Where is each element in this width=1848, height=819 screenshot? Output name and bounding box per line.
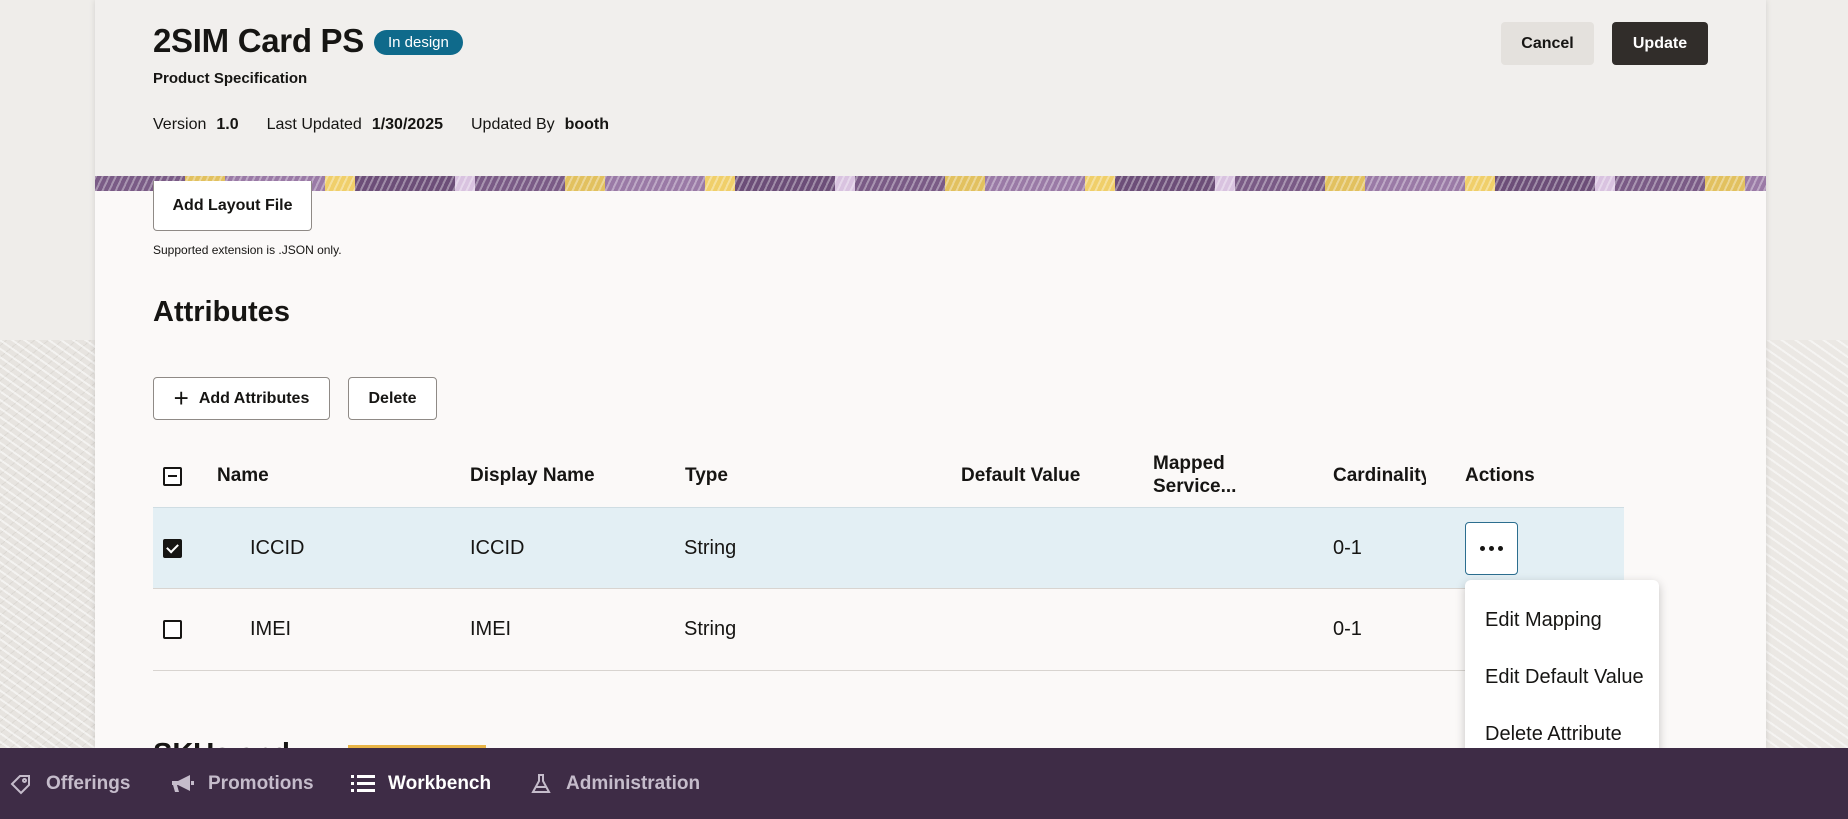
- attributes-section-title: Attributes: [153, 296, 290, 328]
- column-header-mapped-service[interactable]: Mapped Service...: [1153, 446, 1236, 506]
- nav-item-offerings[interactable]: Offerings: [8, 748, 130, 819]
- add-attributes-button[interactable]: + Add Attributes: [153, 377, 330, 420]
- background-texture-left: [0, 340, 95, 760]
- version-value: 1.0: [216, 116, 239, 133]
- last-updated-meta: Last Updated 1/30/2025: [266, 116, 443, 133]
- table-row[interactable]: ICCID ICCID String 0-1: [153, 507, 1624, 589]
- cell-display-name: ICCID: [470, 536, 525, 559]
- bottom-navigation: Offerings Promotions Workbench Administr…: [0, 748, 1848, 819]
- updated-by-value: booth: [564, 116, 610, 133]
- cell-cardinality: 0-1: [1333, 536, 1362, 559]
- cell-display-name: IMEI: [470, 618, 512, 640]
- cell-type: String: [684, 618, 737, 640]
- nav-item-administration[interactable]: Administration: [528, 748, 700, 819]
- page-header: 2SIM Card PS In design Product Specifica…: [95, 0, 1766, 176]
- updated-by-meta: Updated By booth: [471, 116, 610, 133]
- column-header-cardinality[interactable]: Cardinality: [1333, 446, 1426, 506]
- cell-name: ICCID: [250, 536, 305, 559]
- cell-type: String: [684, 536, 737, 559]
- select-all-header: [163, 446, 182, 506]
- table-row[interactable]: IMEI IMEI String 0-1: [153, 589, 1624, 671]
- column-header-default-value[interactable]: Default Value: [961, 446, 1080, 506]
- flask-icon: [528, 771, 554, 797]
- version-meta: Version 1.0: [153, 116, 239, 133]
- column-header-type[interactable]: Type: [685, 446, 728, 506]
- column-header-name[interactable]: Name: [217, 446, 269, 506]
- more-icon: [1480, 545, 1485, 551]
- title-row: 2SIM Card PS In design: [153, 22, 463, 60]
- column-header-actions: Actions: [1465, 464, 1535, 486]
- add-attributes-label: Add Attributes: [198, 389, 310, 407]
- row-checkbox[interactable]: [163, 538, 182, 558]
- page-title: 2SIM Card PS: [153, 22, 364, 59]
- nav-item-promotions[interactable]: Promotions: [170, 748, 314, 819]
- decorative-banner: [95, 176, 1766, 191]
- status-badge: In design: [373, 29, 463, 55]
- tag-icon: [8, 771, 34, 797]
- row-actions-button[interactable]: [1465, 521, 1518, 575]
- page-subtitle: Product Specification: [153, 70, 308, 87]
- select-all-checkbox[interactable]: [163, 466, 182, 486]
- column-header-display-name[interactable]: Display Name: [470, 446, 595, 506]
- update-button[interactable]: Update: [1612, 22, 1708, 65]
- cancel-button[interactable]: Cancel: [1501, 22, 1594, 65]
- menu-item-edit-mapping[interactable]: Edit Mapping: [1485, 609, 1602, 632]
- last-updated-value: 1/30/2025: [371, 116, 443, 133]
- cell-cardinality: 0-1: [1333, 618, 1362, 640]
- row-actions-menu: Edit Mapping Edit Default Value Delete A…: [1465, 580, 1659, 773]
- next-section-title: SKUs and: [153, 738, 290, 748]
- nav-item-workbench[interactable]: Workbench: [350, 748, 491, 819]
- menu-item-delete-attribute[interactable]: Delete Attribute: [1485, 723, 1622, 746]
- menu-item-edit-default-value[interactable]: Edit Default Value: [1485, 666, 1644, 689]
- metadata-row: Version 1.0 Last Updated 1/30/2025 Updated…: [153, 116, 609, 134]
- background-texture-right: [1766, 340, 1848, 760]
- add-layout-file-button[interactable]: Add Layout File: [153, 181, 312, 231]
- plus-icon: +: [173, 382, 189, 413]
- megaphone-icon: [170, 771, 196, 797]
- row-checkbox[interactable]: [163, 620, 182, 639]
- cell-name: IMEI: [250, 618, 292, 640]
- delete-attributes-button[interactable]: Delete: [348, 377, 437, 420]
- layout-file-hint: Supported extension is .JSON only.: [153, 243, 342, 257]
- list-icon: [350, 771, 376, 797]
